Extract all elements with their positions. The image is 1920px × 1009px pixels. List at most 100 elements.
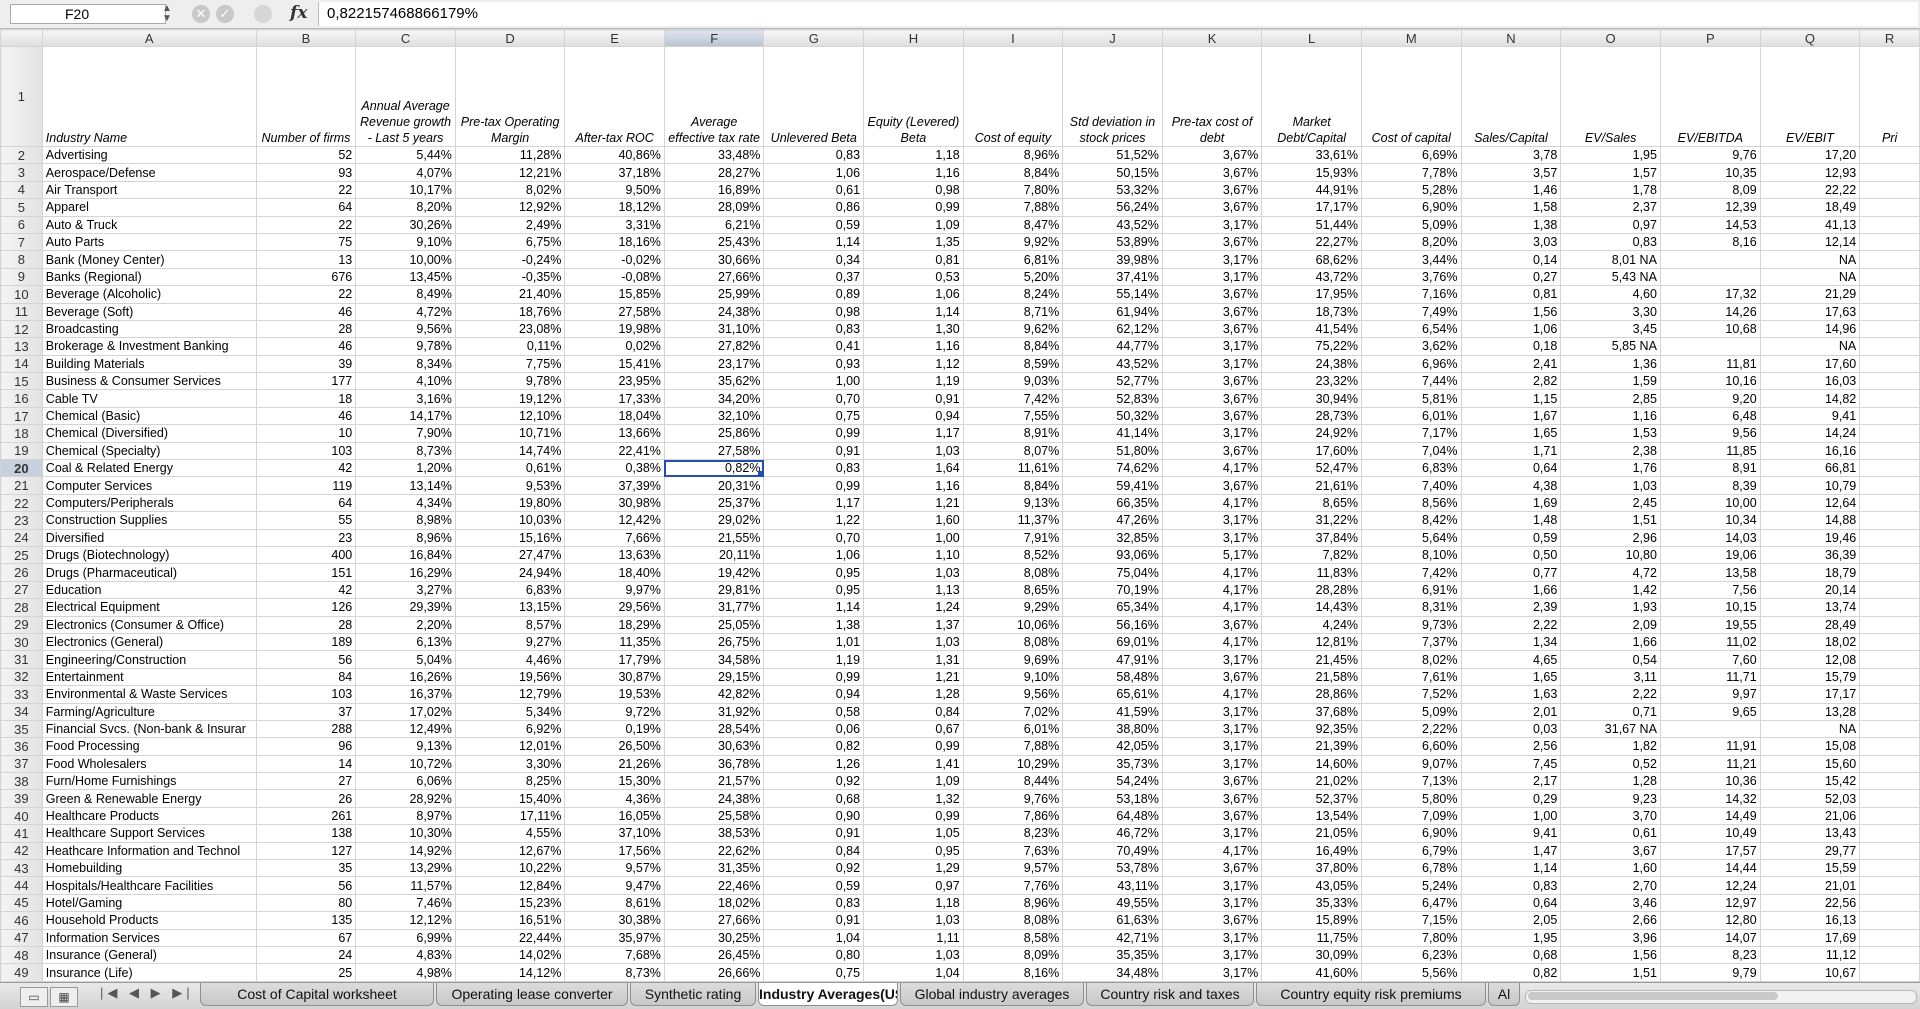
- row-header[interactable]: 46: [0, 911, 43, 930]
- cell[interactable]: 13,63%: [564, 545, 665, 565]
- cell[interactable]: 17,60%: [1261, 441, 1363, 461]
- cell[interactable]: 0,97: [863, 876, 964, 895]
- cell[interactable]: 6,81%: [962, 250, 1064, 269]
- cell[interactable]: 67: [255, 928, 357, 947]
- cell[interactable]: 59,41%: [1062, 476, 1163, 495]
- cell[interactable]: 18,73%: [1261, 302, 1363, 321]
- cell[interactable]: 0,61: [763, 180, 865, 200]
- cell[interactable]: 40,86%: [564, 145, 665, 165]
- cell[interactable]: 1,05: [863, 824, 964, 843]
- cell[interactable]: 10,68: [1659, 319, 1761, 339]
- row-header[interactable]: 32: [0, 667, 43, 687]
- cell[interactable]: 7,82%: [1261, 545, 1363, 565]
- cell[interactable]: 5,43 NA: [1560, 267, 1661, 287]
- cell[interactable]: 12,79%: [454, 685, 566, 704]
- row-header[interactable]: 34: [0, 702, 43, 721]
- cell[interactable]: 1,76: [1560, 459, 1661, 478]
- cell[interactable]: 1,58: [1460, 198, 1562, 217]
- cell[interactable]: 30,66%: [663, 250, 765, 269]
- cell[interactable]: 3,67%: [1161, 145, 1263, 165]
- cell[interactable]: 17,32: [1659, 285, 1761, 304]
- row-header[interactable]: 30: [0, 632, 43, 652]
- cell[interactable]: 21,02%: [1261, 772, 1363, 791]
- cell[interactable]: 0,99: [763, 667, 865, 687]
- cell[interactable]: 9,56%: [962, 685, 1064, 704]
- cell[interactable]: 12,81%: [1261, 632, 1363, 652]
- row-header[interactable]: 13: [0, 337, 43, 356]
- cell[interactable]: 3,67: [1560, 841, 1661, 861]
- cell[interactable]: 66,35%: [1062, 493, 1163, 513]
- column-title-cell[interactable]: Unlevered Beta: [763, 46, 865, 147]
- cell[interactable]: 0,95: [863, 841, 964, 861]
- cell[interactable]: 3,17%: [1161, 267, 1263, 287]
- cell[interactable]: [1859, 459, 1920, 478]
- cell[interactable]: 10,49: [1659, 824, 1761, 843]
- cell[interactable]: 24,38%: [663, 789, 765, 808]
- cell[interactable]: 38,53%: [663, 824, 765, 843]
- cell[interactable]: 3,03: [1460, 232, 1562, 252]
- cell[interactable]: 34,58%: [663, 650, 765, 669]
- cell[interactable]: 3,67%: [1161, 441, 1263, 461]
- cell[interactable]: Cable TV: [41, 389, 257, 408]
- cell[interactable]: 2,96: [1560, 528, 1661, 547]
- column-header-n[interactable]: N: [1460, 29, 1562, 47]
- row-header[interactable]: 21: [0, 476, 43, 495]
- cell[interactable]: 8,98%: [355, 511, 456, 530]
- sheet-tab[interactable]: Operating lease converter: [436, 983, 628, 1006]
- cell[interactable]: Brokerage & Investment Banking: [41, 337, 257, 356]
- cell[interactable]: 14,26: [1659, 302, 1761, 321]
- cell[interactable]: Computers/Peripherals: [41, 493, 257, 513]
- cell[interactable]: 31,35%: [663, 859, 765, 878]
- cell[interactable]: 12,97: [1659, 893, 1761, 913]
- cell[interactable]: 53,89%: [1062, 232, 1163, 252]
- cell[interactable]: Education: [41, 580, 257, 600]
- cell[interactable]: 1,12: [863, 354, 964, 374]
- cell[interactable]: 75: [255, 232, 357, 252]
- cell[interactable]: 1,51: [1560, 963, 1661, 982]
- cell[interactable]: 1,36: [1560, 354, 1661, 374]
- column-title-cell[interactable]: Equity (Levered) Beta: [863, 46, 964, 147]
- cell[interactable]: 52,03: [1759, 789, 1861, 808]
- cell[interactable]: 0,81: [1460, 285, 1562, 304]
- cell[interactable]: 65,34%: [1062, 598, 1163, 617]
- cell[interactable]: 8,01 NA: [1560, 250, 1661, 269]
- cell[interactable]: NA: [1759, 719, 1861, 739]
- cell[interactable]: 25,37%: [663, 493, 765, 513]
- row-header[interactable]: 15: [0, 372, 43, 391]
- cell[interactable]: 5,09%: [1361, 215, 1462, 234]
- cell[interactable]: 10,79: [1759, 476, 1861, 495]
- cell[interactable]: [1859, 911, 1920, 930]
- cell[interactable]: 15,30%: [564, 772, 665, 791]
- cell[interactable]: 29,77: [1759, 841, 1861, 861]
- cell[interactable]: Auto & Truck: [41, 215, 257, 234]
- cell[interactable]: 3,44%: [1361, 250, 1462, 269]
- cell[interactable]: 21,58%: [1261, 667, 1363, 687]
- cell[interactable]: 37,80%: [1261, 859, 1363, 878]
- cell[interactable]: 6,90%: [1361, 824, 1462, 843]
- cell[interactable]: Hospitals/Healthcare Facilities: [41, 876, 257, 895]
- cell[interactable]: Computer Services: [41, 476, 257, 495]
- cell[interactable]: 12,39: [1659, 198, 1761, 217]
- cell[interactable]: [1859, 719, 1920, 739]
- cell[interactable]: Apparel: [41, 198, 257, 217]
- cell[interactable]: Drugs (Biotechnology): [41, 545, 257, 565]
- cell[interactable]: 0,34: [763, 250, 865, 269]
- cell[interactable]: [1859, 285, 1920, 304]
- cell[interactable]: 29,39%: [355, 598, 456, 617]
- cell[interactable]: 1,28: [1560, 772, 1661, 791]
- cell[interactable]: 0,59: [763, 215, 865, 234]
- cell[interactable]: 12,92%: [454, 198, 566, 217]
- cell[interactable]: 0,70: [763, 528, 865, 547]
- cell[interactable]: 14,24: [1759, 424, 1861, 443]
- cell[interactable]: 1,09: [863, 772, 964, 791]
- row-header[interactable]: 14: [0, 354, 43, 374]
- cell[interactable]: 28,73%: [1261, 406, 1363, 426]
- cell[interactable]: 52,77%: [1062, 372, 1163, 391]
- sheet-tab[interactable]: Industry Averages(US): [758, 983, 898, 1006]
- column-title-cell[interactable]: Annual Average Revenue growth - Last 5 y…: [355, 46, 456, 147]
- cell[interactable]: 21,40%: [454, 285, 566, 304]
- cell[interactable]: 47,91%: [1062, 650, 1163, 669]
- cell[interactable]: 0,29: [1460, 789, 1562, 808]
- cell[interactable]: 8,08%: [962, 632, 1064, 652]
- cell[interactable]: [1859, 145, 1920, 165]
